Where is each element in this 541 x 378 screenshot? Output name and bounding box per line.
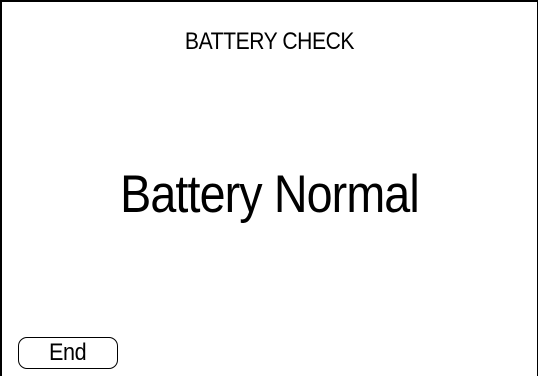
battery-status-message: Battery Normal <box>120 165 420 224</box>
end-button[interactable]: End <box>18 337 118 369</box>
screen-title: BATTERY CHECK <box>184 28 355 55</box>
battery-check-screen: BATTERY CHECK Battery Normal End <box>0 0 538 376</box>
end-button-label: End <box>49 339 87 366</box>
